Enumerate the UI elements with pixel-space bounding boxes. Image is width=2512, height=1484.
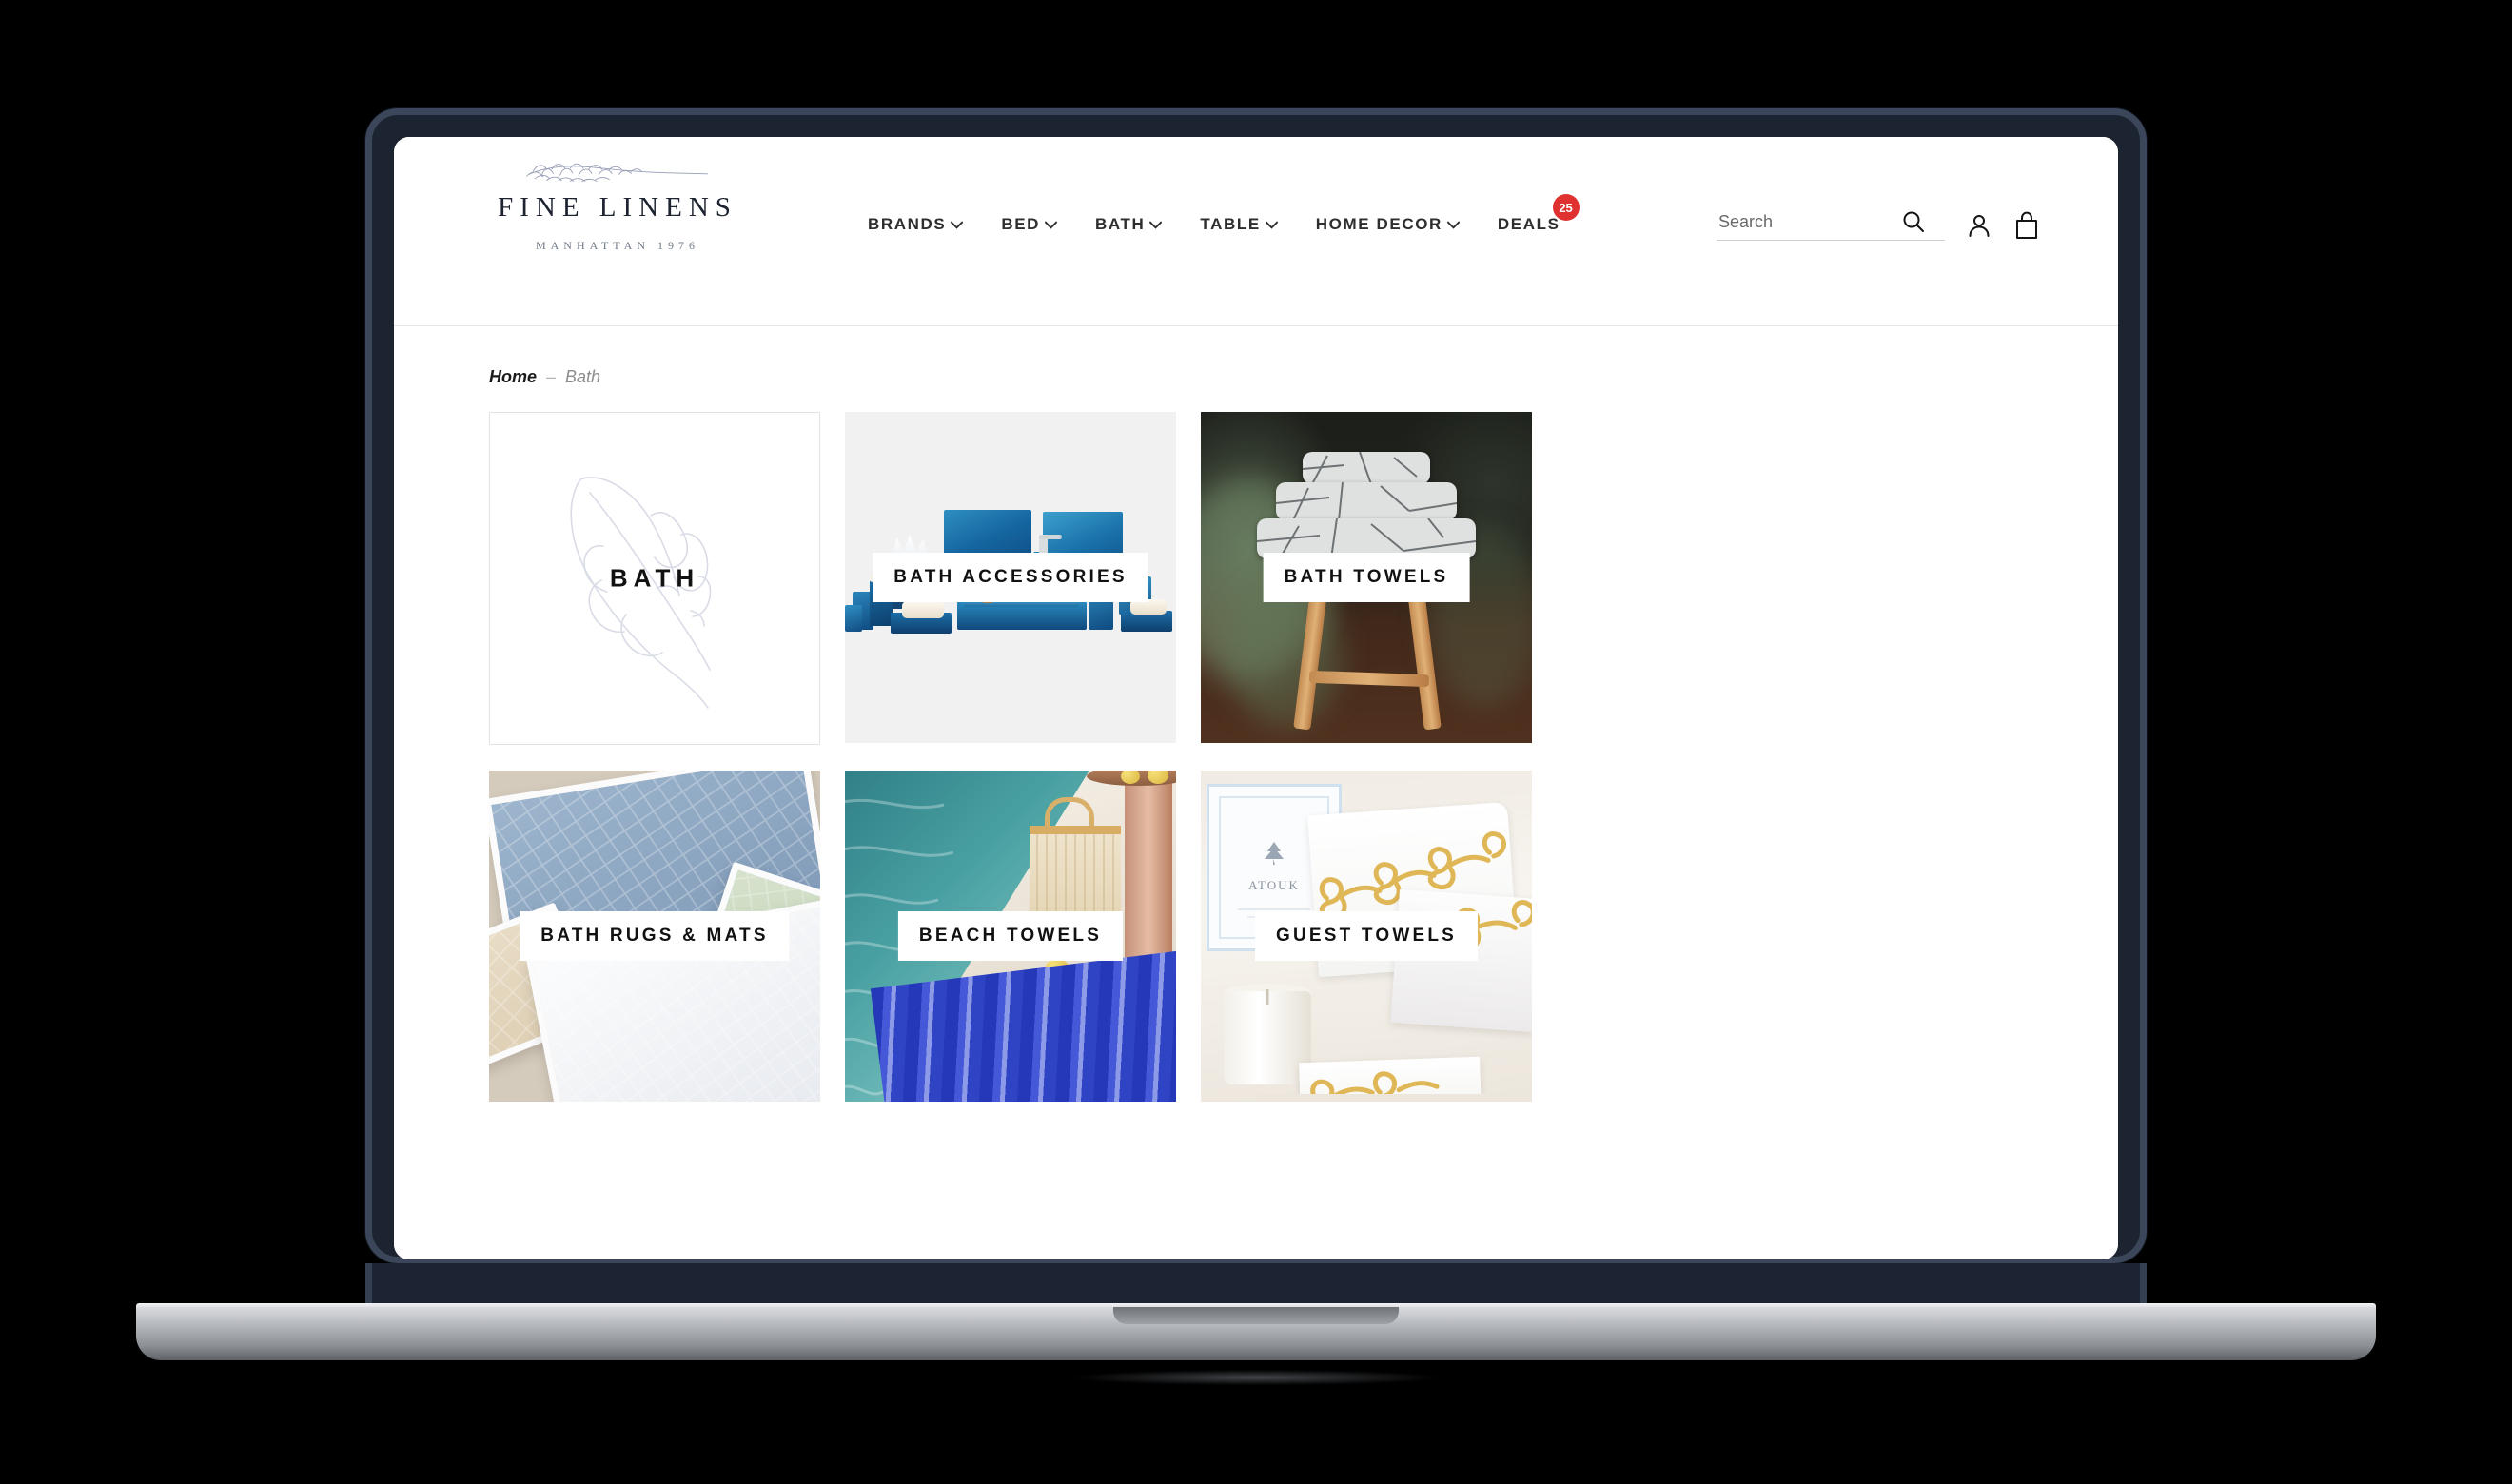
website-page: FINE LINENS MANHATTAN 1976 BRANDS BED BA… [394, 137, 2118, 1259]
user-account-icon[interactable] [1966, 212, 1992, 239]
laptop-shadow [1075, 1370, 1437, 1385]
category-label-bath: BATH [609, 563, 700, 593]
category-card-bath-towels[interactable]: BATH TOWELS [1201, 412, 1532, 743]
category-card-guest-towels[interactable]: ATOUK GUEST TOWELS [1201, 771, 1532, 1102]
lavender-sprig-icon [525, 163, 708, 183]
category-card-bath[interactable]: BATH [489, 412, 820, 745]
breadcrumb-separator: – [546, 367, 557, 386]
header-tools [1717, 209, 2040, 241]
nav-item-deals[interactable]: DEALS 25 [1497, 194, 1580, 234]
nav-label-table: TABLE [1200, 215, 1261, 233]
site-header: FINE LINENS MANHATTAN 1976 BRANDS BED BA… [394, 137, 2118, 326]
laptop-mockup: FINE LINENS MANHATTAN 1976 BRANDS BED BA… [0, 0, 2512, 1484]
nav-item-bath[interactable]: BATH [1095, 215, 1163, 234]
nav-label-home-decor: HOME DECOR [1315, 215, 1442, 233]
candle [1224, 989, 1311, 1084]
breadcrumb-home-link[interactable]: Home [489, 367, 537, 387]
chevron-down-icon [1446, 220, 1460, 229]
category-label-beach-towels: BEACH TOWELS [897, 911, 1124, 961]
nav-label-bath: BATH [1095, 215, 1146, 233]
nav-item-bed[interactable]: BED [1001, 215, 1058, 234]
search-input[interactable] [1717, 210, 1901, 233]
chevron-down-icon [1149, 220, 1163, 229]
nav-item-table[interactable]: TABLE [1200, 215, 1278, 234]
category-label-bath-rugs-mats: BATH RUGS & MATS [520, 911, 790, 961]
towel-pattern [1303, 452, 1418, 484]
category-label-bath-accessories: BATH ACCESSORIES [873, 553, 1148, 602]
nav-item-home-decor[interactable]: HOME DECOR [1316, 215, 1460, 234]
breadcrumb-current: Bath [565, 367, 601, 386]
tree-logo-icon [1265, 842, 1284, 865]
towel-pattern [1276, 482, 1457, 520]
breadcrumb: Home – Bath [489, 367, 2118, 387]
site-logo[interactable]: FINE LINENS MANHATTAN 1976 [489, 158, 746, 253]
laptop-base-notch [1113, 1307, 1399, 1324]
shopping-bag-icon[interactable] [2013, 211, 2040, 240]
category-card-bath-accessories[interactable]: BATH ACCESSORIES [845, 412, 1176, 743]
main-navigation: BRANDS BED BATH TABLE HOME DECOR DEALS 2… [868, 194, 1580, 234]
chevron-down-icon [1265, 220, 1278, 229]
search-icon[interactable] [1901, 209, 1926, 234]
category-label-bath-towels: BATH TOWELS [1263, 553, 1470, 602]
nav-label-deals: DEALS [1497, 215, 1560, 233]
brand-tagline: MANHATTAN 1976 [535, 239, 700, 252]
chevron-down-icon [1045, 220, 1058, 229]
brand-name: FINE LINENS [498, 192, 737, 223]
chevron-down-icon [951, 220, 964, 229]
search-box[interactable] [1717, 209, 1945, 241]
category-label-guest-towels: GUEST TOWELS [1254, 911, 1479, 961]
nav-label-bed: BED [1001, 215, 1041, 233]
category-grid: BATH BATH ACCESSORIES BATH TOWELS BATH R… [489, 412, 1532, 1102]
category-card-beach-towels[interactable]: BEACH TOWELS [845, 771, 1176, 1102]
nav-item-brands[interactable]: BRANDS [868, 215, 964, 234]
category-card-bath-rugs-mats[interactable]: BATH RUGS & MATS [489, 771, 820, 1102]
deals-count-badge: 25 [1552, 194, 1580, 221]
nav-label-brands: BRANDS [868, 215, 947, 233]
laptop-screen: FINE LINENS MANHATTAN 1976 BRANDS BED BA… [394, 137, 2118, 1259]
